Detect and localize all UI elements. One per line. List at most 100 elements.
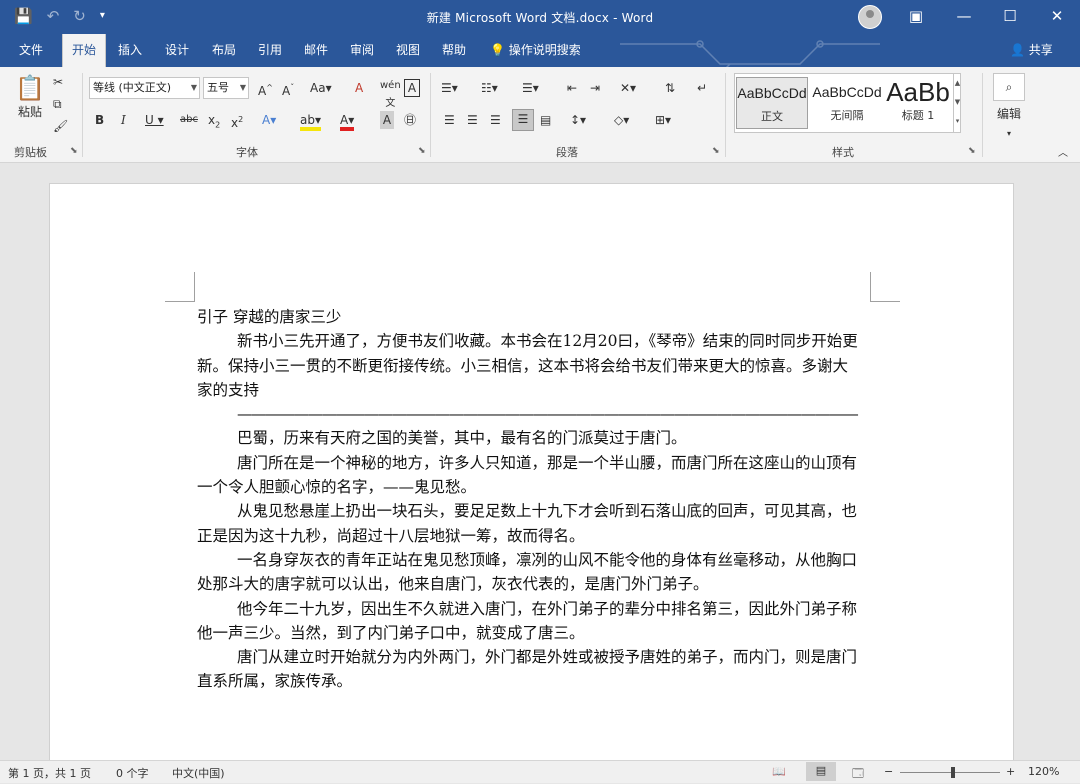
zoom-out-icon[interactable]: − <box>884 765 893 778</box>
lightbulb-icon: 💡 <box>490 43 505 57</box>
change-case-icon[interactable]: Aa▾ <box>310 79 332 97</box>
avatar[interactable] <box>858 5 882 29</box>
align-center-icon[interactable]: ☰ <box>467 111 478 129</box>
bullets-icon[interactable]: ☰▾ <box>441 79 458 97</box>
align-right-icon[interactable]: ☰ <box>490 111 501 129</box>
separator-line: ————————————————————————————————————————… <box>237 405 859 424</box>
clipboard-icon: 📋 <box>15 74 45 102</box>
close-button[interactable]: ✕ <box>1034 0 1080 34</box>
page-count[interactable]: 第 1 页，共 1 页 <box>8 765 91 781</box>
style-no-spacing[interactable]: AaBbCcDd 无间隔 <box>811 77 883 129</box>
font-group-label: 字体 <box>236 146 258 159</box>
style-heading-1[interactable]: AaBb 标题 1 <box>885 77 951 129</box>
collapse-ribbon-icon[interactable]: ︿ <box>1058 145 1068 163</box>
paragraph: 新书小三先开通了，方便书友们收藏。本书会在12月20曰，《琴帝》结束的同时同步开… <box>197 332 858 399</box>
group-divider <box>430 73 431 157</box>
tab-home[interactable]: 开始 <box>62 34 106 67</box>
numbering-icon[interactable]: ☷▾ <box>481 79 498 97</box>
dialog-launcher-icon[interactable]: ⬊ <box>712 146 720 156</box>
phonetic-guide-icon[interactable]: wén 文 <box>380 77 401 113</box>
decrease-indent-icon[interactable]: ⇤ <box>567 79 577 97</box>
dialog-launcher-icon[interactable]: ⬊ <box>70 146 78 156</box>
align-left-icon[interactable]: ☰ <box>444 111 455 129</box>
styles-group-label: 样式 <box>832 146 854 159</box>
zoom-in-icon[interactable]: + <box>1006 765 1015 778</box>
crop-mark <box>165 272 195 302</box>
font-name-combo[interactable]: 等线 (中文正文) ▼ <box>89 77 200 99</box>
underline-icon[interactable]: U ▾ <box>145 111 164 129</box>
copy-icon[interactable]: ⧉ <box>53 95 62 113</box>
chevron-down-icon: ▼ <box>239 83 246 92</box>
tab-references[interactable]: 引用 <box>248 34 292 67</box>
line-spacing-icon[interactable]: ↕▾ <box>570 111 586 129</box>
subscript-icon[interactable]: x2 <box>208 111 220 134</box>
sort-icon[interactable]: ⇅ <box>665 79 675 97</box>
tab-design[interactable]: 设计 <box>155 34 199 67</box>
web-layout-icon[interactable]: 🗔 <box>852 765 864 784</box>
highlight-icon[interactable]: ab▾ <box>300 111 321 131</box>
chinese-layout-icon[interactable]: ✕▾ <box>620 79 636 97</box>
shrink-font-icon[interactable]: Aˇ <box>282 79 294 100</box>
bold-icon[interactable]: B <box>95 111 104 129</box>
format-painter-icon[interactable]: 🖌 <box>53 117 68 135</box>
chevron-down-icon: ▼ <box>190 83 197 92</box>
show-marks-icon[interactable]: ↵ <box>697 79 707 97</box>
page[interactable]: 引子 穿越的唐家三少 新书小三先开通了，方便书友们收藏。本书会在12月20曰，《… <box>49 183 1014 760</box>
tab-file[interactable]: 文件 <box>8 34 54 67</box>
increase-indent-icon[interactable]: ⇥ <box>590 79 600 97</box>
multilevel-list-icon[interactable]: ☰▾ <box>522 79 539 97</box>
cut-icon[interactable]: ✂ <box>53 73 63 91</box>
tab-help[interactable]: 帮助 <box>432 34 476 67</box>
character-border-icon[interactable]: A <box>404 79 420 97</box>
document-body[interactable]: 引子 穿越的唐家三少 新书小三先开通了，方便书友们收藏。本书会在12月20曰，《… <box>197 305 861 694</box>
shading-icon[interactable]: ◇▾ <box>614 111 629 129</box>
grow-font-icon[interactable]: A^ <box>258 79 273 100</box>
paragraph: 从鬼见愁悬崖上扔出一块石头，要足足数上十九下才会听到石落山底的回声，可见其高，也… <box>197 502 858 545</box>
group-divider <box>725 73 726 157</box>
dialog-launcher-icon[interactable]: ⬊ <box>968 146 976 156</box>
title-bar: 💾 ↶ ↻ ▾ 新建 Microsoft Word 文档.docx - Word… <box>0 0 1080 34</box>
paste-button[interactable]: 📋 粘贴 <box>12 73 48 123</box>
style-normal[interactable]: AaBbCcDd 正文 <box>736 77 808 129</box>
maximize-button[interactable]: ☐ <box>987 0 1033 34</box>
text-effects-icon[interactable]: A▾ <box>262 111 276 129</box>
language-indicator[interactable]: 中文(中国) <box>172 765 225 781</box>
editing-button[interactable]: 编辑 ▾ <box>993 105 1025 143</box>
distributed-icon[interactable]: ▤ <box>540 111 551 129</box>
read-mode-icon[interactable]: 📖 <box>772 765 786 778</box>
crop-mark <box>870 272 900 302</box>
document-canvas: 引子 穿越的唐家三少 新书小三先开通了，方便书友们收藏。本书会在12月20曰，《… <box>0 163 1080 760</box>
enclose-characters-icon[interactable]: ㊐ <box>404 111 416 129</box>
find-icon[interactable]: ⌕ <box>993 73 1025 101</box>
ribbon-tabs: 文件 开始 插入 设计 布局 引用 邮件 审阅 视图 帮助 💡 操作说明搜索 👤… <box>0 34 1080 93</box>
zoom-slider[interactable] <box>900 772 1000 773</box>
ribbon-display-options-icon[interactable]: ▣ <box>893 0 939 34</box>
zoom-level[interactable]: 120% <box>1028 765 1059 778</box>
user-icon: 👤 <box>1010 43 1025 57</box>
font-size-combo[interactable]: 五号 ▼ <box>203 77 249 99</box>
print-layout-icon[interactable]: ▤ <box>806 762 836 781</box>
tab-view[interactable]: 视图 <box>386 34 430 67</box>
character-shading-icon[interactable]: A <box>380 111 394 129</box>
justify-icon[interactable]: ☰ <box>512 109 534 131</box>
borders-icon[interactable]: ⊞▾ <box>655 111 671 129</box>
zoom-slider-thumb[interactable] <box>951 767 955 778</box>
tell-me-search[interactable]: 💡 操作说明搜索 <box>490 34 610 67</box>
tab-layout[interactable]: 布局 <box>202 34 246 67</box>
tab-review[interactable]: 审阅 <box>340 34 384 67</box>
tab-mailings[interactable]: 邮件 <box>294 34 338 67</box>
clipboard-group-label: 剪贴板 <box>14 146 47 159</box>
ribbon-home: 📋 粘贴 ✂ ⧉ 🖌 剪贴板 ⬊ 等线 (中文正文) ▼ 五号 ▼ A^ Aˇ Aa… <box>0 67 1080 163</box>
superscript-icon[interactable]: x2 <box>231 111 243 132</box>
tab-insert[interactable]: 插入 <box>108 34 152 67</box>
italic-icon[interactable]: I <box>121 111 126 129</box>
paragraph: 他今年二十九岁，因出生不久就进入唐门，在外门弟子的辈分中排名第三，因此外门弟子称… <box>197 599 858 642</box>
font-color-icon[interactable]: A▾ <box>340 111 355 131</box>
share-button[interactable]: 👤 共享 <box>1010 34 1070 67</box>
dialog-launcher-icon[interactable]: ⬊ <box>418 146 426 156</box>
clear-formatting-icon[interactable]: A <box>355 79 363 97</box>
word-count[interactable]: 0 个字 <box>116 765 149 781</box>
styles-scroll[interactable]: ▲ ▼ ▾ <box>953 74 961 132</box>
minimize-button[interactable]: — <box>941 0 987 34</box>
strikethrough-icon[interactable]: abc <box>180 111 198 129</box>
